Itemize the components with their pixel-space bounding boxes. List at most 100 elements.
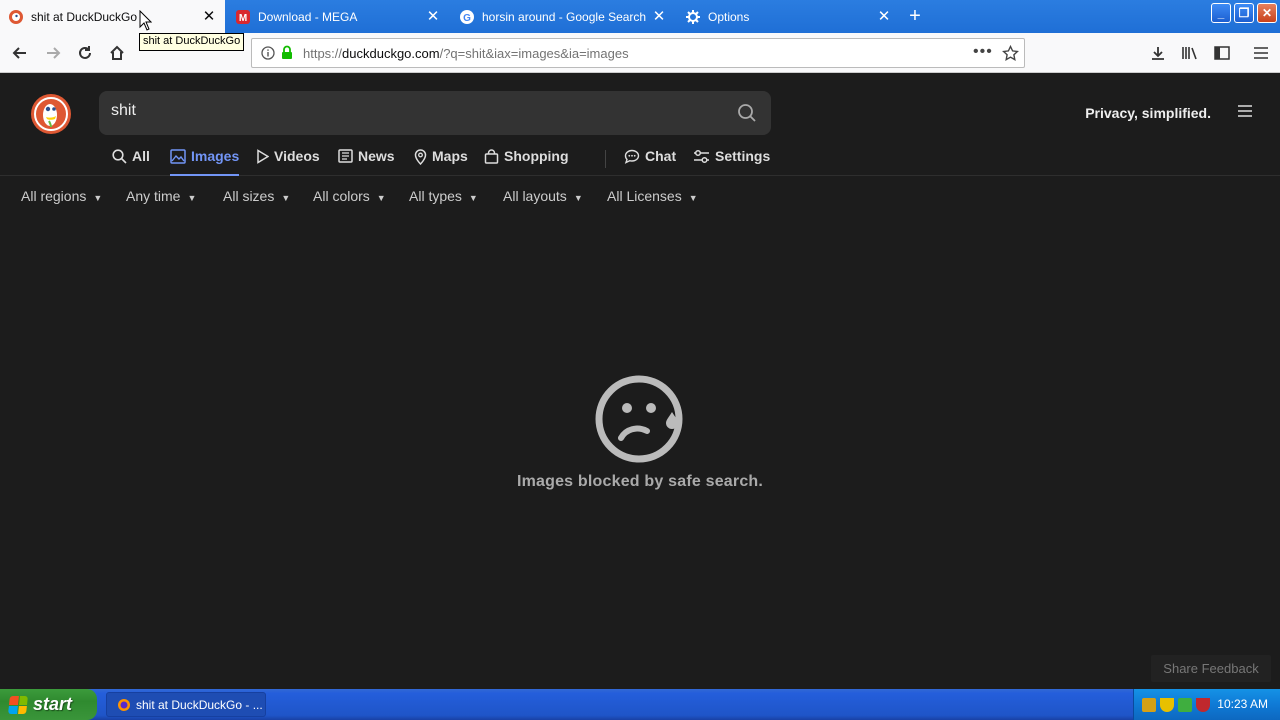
window-close-button[interactable]: ✕ [1257, 3, 1277, 23]
map-pin-icon [414, 149, 427, 165]
filter-label: All regions [21, 188, 87, 204]
downloads-button[interactable] [1146, 41, 1170, 65]
image-filters: All regions ▼ Any time ▼ All sizes ▼ All co… [0, 184, 1280, 210]
duckduckgo-favicon-icon [9, 9, 23, 24]
ddg-menu-icon[interactable] [1238, 104, 1252, 118]
filter-layout[interactable]: All layouts ▼ [503, 188, 583, 204]
url-host: duckduckgo.com [342, 46, 440, 61]
filter-region[interactable]: All regions ▼ [21, 188, 102, 204]
empty-state-message: Images blocked by safe search. [516, 473, 764, 490]
tab-label: Videos [274, 148, 320, 164]
start-label: start [33, 694, 73, 714]
url-text: https://duckduckgo.com/?q=shit&iax=image… [303, 46, 629, 61]
reload-button[interactable] [73, 41, 97, 65]
search-box[interactable]: shit [99, 91, 771, 135]
privacy-tagline[interactable]: Privacy, simplified. [1085, 105, 1211, 121]
security-shield-icon[interactable] [1160, 697, 1174, 712]
tab-title: horsin around - Google Search [482, 9, 647, 24]
forward-button[interactable] [41, 41, 65, 65]
restore-button[interactable]: ❐ [1234, 3, 1254, 23]
reload-icon [79, 46, 91, 59]
filter-size[interactable]: All sizes ▼ [223, 188, 290, 204]
start-button[interactable]: start [0, 689, 97, 720]
page-actions-menu-icon[interactable]: ••• [973, 43, 993, 61]
close-tab-icon[interactable]: ✕ [425, 9, 441, 25]
taskbar-item-firefox[interactable]: shit at DuckDuckGo - ... [106, 692, 266, 717]
image-icon [170, 149, 186, 164]
system-tray: 10:23 AM [1133, 689, 1280, 720]
duckduckgo-logo-icon[interactable] [30, 93, 72, 135]
filter-label: All types [409, 188, 462, 204]
home-button[interactable] [105, 41, 129, 65]
tab-label: News [358, 148, 395, 164]
caret-down-icon: ▼ [281, 193, 291, 203]
tab-images[interactable]: Images [170, 148, 240, 176]
network-tray-icon[interactable] [1142, 697, 1156, 712]
tab-label: Maps [432, 148, 468, 164]
caret-down-icon: ▼ [93, 193, 103, 203]
chat-bubble-icon [624, 149, 640, 164]
share-feedback-button[interactable]: Share Feedback [1151, 655, 1271, 682]
tab-news[interactable]: News [338, 148, 395, 176]
tab-maps[interactable]: Maps [414, 148, 468, 176]
forward-arrow-icon [47, 47, 61, 59]
tab-all[interactable]: All [112, 148, 150, 176]
search-input[interactable]: shit [111, 102, 136, 120]
bookmark-star-icon[interactable] [1002, 45, 1019, 62]
filter-color[interactable]: All colors ▼ [313, 188, 386, 204]
caret-down-icon: ▼ [187, 193, 197, 203]
search-icon [112, 149, 127, 164]
tab-chat[interactable]: Chat [624, 148, 676, 176]
filter-label: All sizes [223, 188, 275, 204]
close-tab-icon[interactable]: ✕ [201, 9, 217, 25]
filter-time[interactable]: Any time ▼ [126, 188, 196, 204]
sidebar-button[interactable] [1210, 41, 1234, 65]
update-tray-icon[interactable] [1178, 697, 1192, 712]
minimize-button[interactable]: _ [1211, 3, 1231, 23]
settings-sliders-icon [694, 149, 709, 164]
filter-license[interactable]: All Licenses ▼ [607, 188, 698, 204]
tab-videos[interactable]: Videos [256, 148, 320, 176]
lock-icon[interactable] [281, 45, 293, 60]
info-icon[interactable] [261, 46, 275, 60]
filter-label: All Licenses [607, 188, 682, 204]
svg-text:G: G [463, 13, 471, 24]
url-scheme: https:// [303, 46, 343, 61]
tab-google-search[interactable]: G horsin around - Google Search ✕ [451, 0, 675, 33]
svg-text:M: M [239, 13, 247, 24]
tab-strip: shit at DuckDuckGo ✕ M Download - MEGA ✕… [0, 0, 1280, 33]
tab-divider [605, 150, 606, 168]
filter-type[interactable]: All types ▼ [409, 188, 478, 204]
tab-label: Images [191, 148, 240, 164]
search-icon[interactable] [737, 103, 757, 123]
taskbar: start shit at DuckDuckGo - ... 10:23 AM [0, 689, 1280, 720]
filter-label: All colors [313, 188, 370, 204]
back-arrow-icon [12, 47, 26, 59]
tab-options[interactable]: Options ✕ [677, 0, 900, 33]
new-tab-button[interactable]: + [903, 5, 927, 27]
newspaper-icon [338, 149, 353, 163]
gear-icon [686, 9, 700, 24]
close-tab-icon[interactable]: ✕ [651, 9, 667, 25]
sidebar-icon [1214, 46, 1230, 60]
taskbar-item-label: shit at DuckDuckGo - ... [136, 697, 263, 712]
tab-duckduckgo[interactable]: shit at DuckDuckGo ✕ [0, 0, 225, 33]
tab-label: Shopping [504, 148, 569, 164]
tab-label: Chat [645, 148, 677, 164]
library-button[interactable] [1178, 41, 1202, 65]
play-icon [257, 149, 269, 164]
tab-title: Download - MEGA [258, 9, 358, 24]
close-tab-icon[interactable]: ✕ [876, 9, 892, 25]
address-bar[interactable]: https://duckduckgo.com/?q=shit&iax=image… [251, 38, 1025, 68]
antivirus-shield-icon[interactable] [1196, 697, 1210, 712]
app-menu-button[interactable] [1249, 41, 1273, 65]
hamburger-menu-icon [1254, 47, 1268, 59]
back-button[interactable] [8, 41, 32, 65]
google-favicon-icon: G [460, 9, 474, 24]
caret-down-icon: ▼ [376, 193, 386, 203]
tab-settings[interactable]: Settings [693, 148, 770, 176]
clock: 10:23 AM [1217, 697, 1268, 711]
tab-shopping[interactable]: Shopping [484, 148, 569, 176]
caret-down-icon: ▼ [688, 193, 698, 203]
tab-mega[interactable]: M Download - MEGA ✕ [227, 0, 449, 33]
